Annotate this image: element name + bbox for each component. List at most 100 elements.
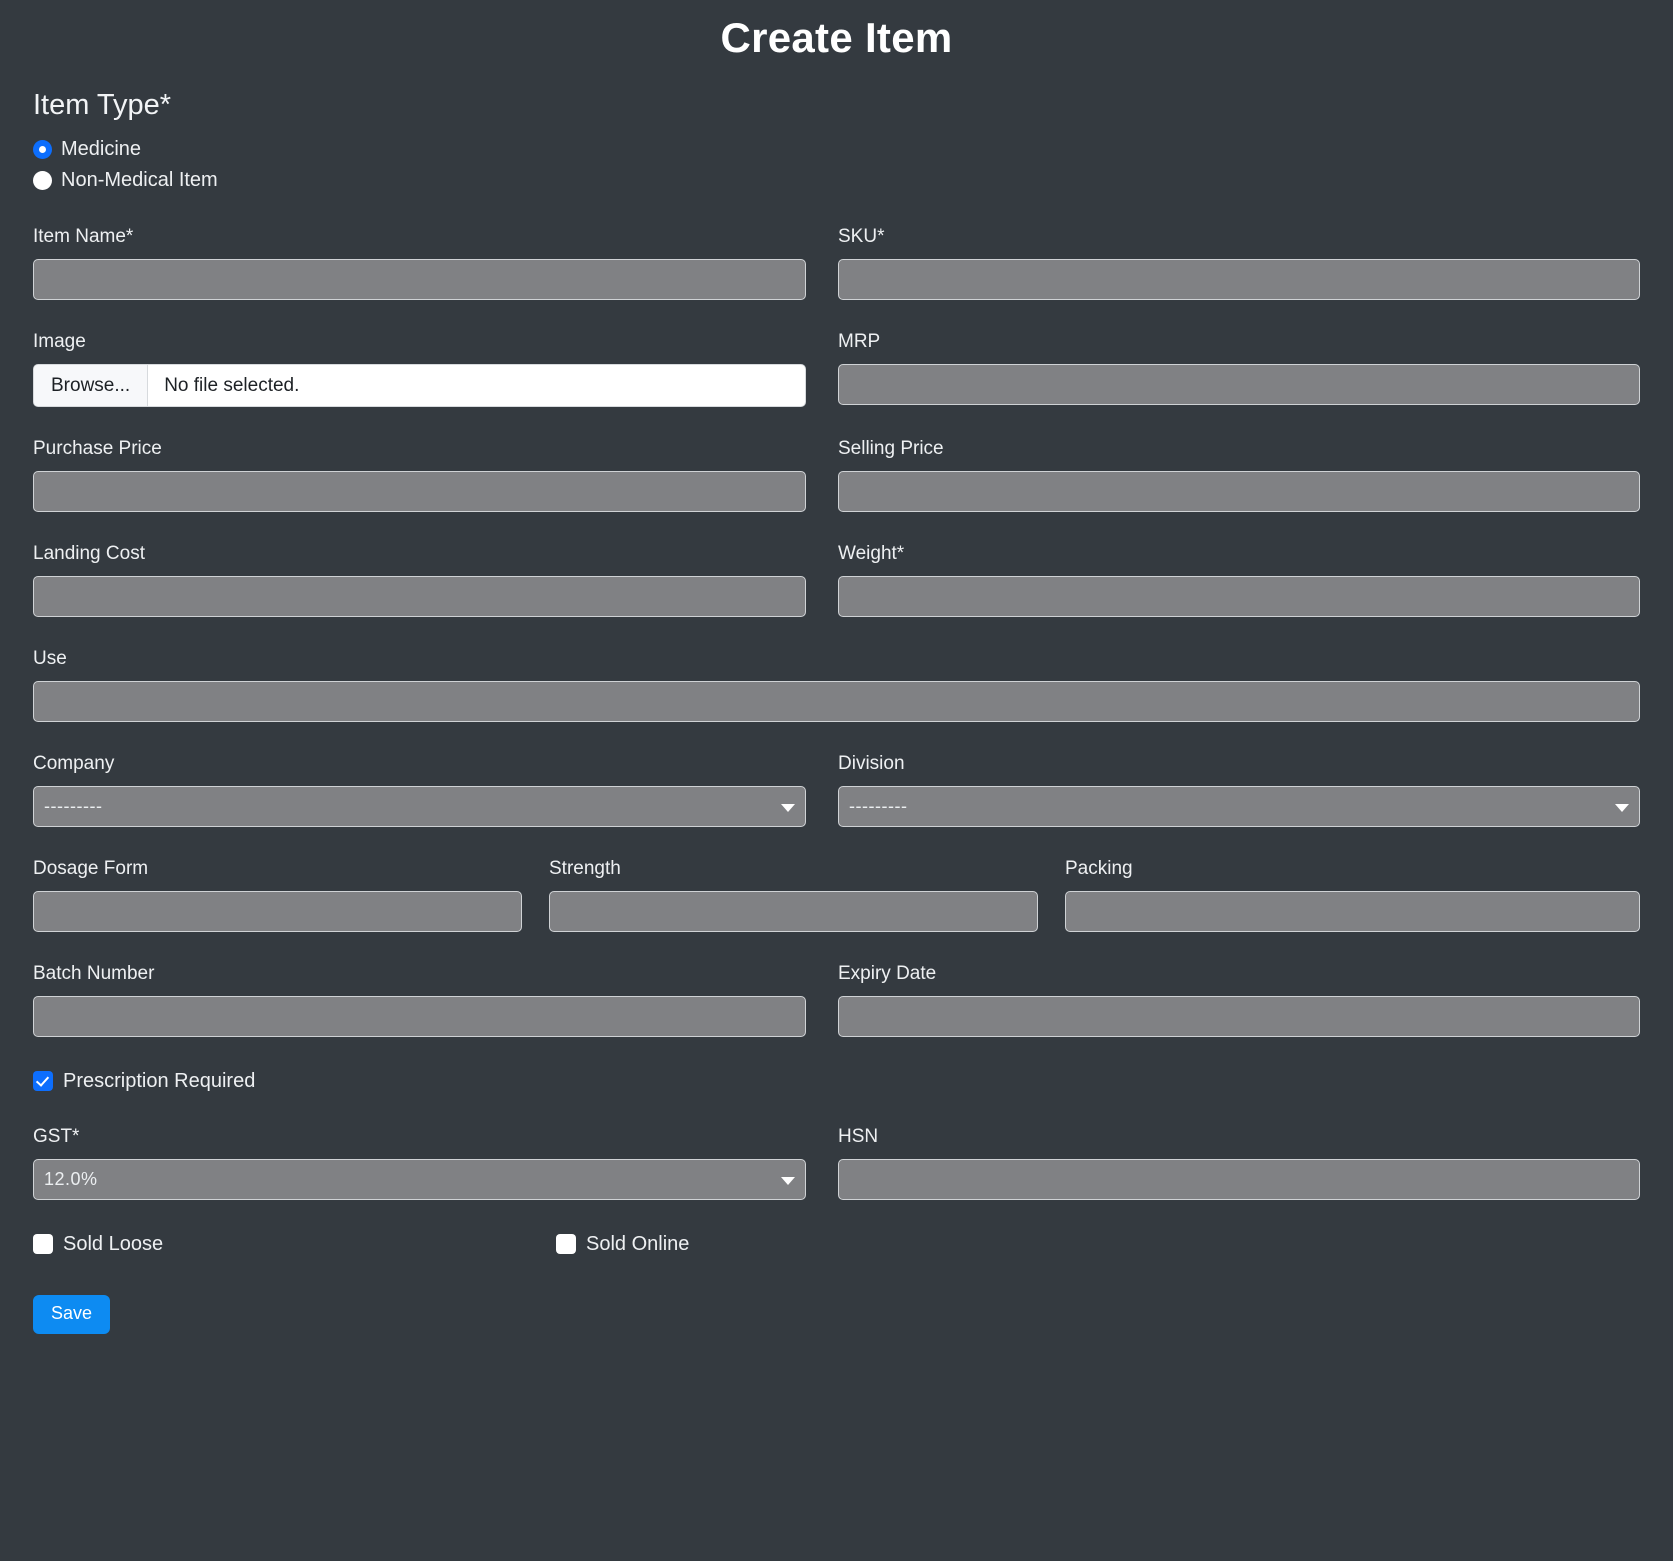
row-dosage-strength-packing: Dosage Form Strength Packing [33, 858, 1640, 933]
label-company: Company [33, 753, 115, 775]
sold-loose-wrap: Sold Loose [33, 1231, 556, 1257]
packing-input[interactable] [1065, 891, 1640, 933]
item-type-heading: Item Type* [33, 89, 172, 122]
dosage-form-input[interactable] [33, 891, 522, 933]
column-gap [806, 543, 838, 617]
checkbox-label-sold-online: Sold Online [586, 1233, 690, 1256]
field-group-mrp: MRP [838, 331, 1640, 407]
field-group-packing: Packing [1065, 858, 1640, 933]
label-weight: Weight* [838, 543, 905, 565]
checkbox-label-prescription-required: Prescription Required [63, 1070, 256, 1093]
radio-option-non-medical-item[interactable]: Non-Medical Item [33, 168, 1640, 192]
checkbox-sold-loose[interactable]: Sold Loose [33, 1231, 556, 1257]
label-use: Use [33, 648, 67, 670]
checkbox-prescription-required[interactable]: Prescription Required [33, 1068, 1640, 1094]
create-item-page: Create Item Item Type* Medicine Non-Medi… [0, 0, 1673, 1561]
field-group-item-name: Item Name* [33, 226, 806, 301]
label-hsn: HSN [838, 1126, 879, 1148]
batch-number-input[interactable] [33, 996, 806, 1038]
radio-icon-non-medical-item[interactable] [33, 170, 52, 190]
sold-online-wrap: Sold Online [556, 1231, 689, 1257]
row-item-name-sku: Item Name* SKU* [33, 226, 1640, 301]
column-gap [806, 963, 838, 1037]
checkbox-icon-prescription-required[interactable] [33, 1071, 53, 1092]
field-group-use: Use [33, 648, 1640, 723]
label-strength: Strength [549, 858, 621, 880]
browse-button[interactable]: Browse... [34, 365, 149, 407]
purchase-price-input[interactable] [33, 471, 806, 513]
label-mrp: MRP [838, 331, 881, 353]
field-group-image: Image Browse... No file selected. [33, 331, 806, 408]
chevron-down-icon [781, 1176, 795, 1185]
field-group-purchase-price: Purchase Price [33, 438, 806, 513]
field-group-landing-cost: Landing Cost [33, 543, 806, 618]
label-item-name: Item Name* [33, 226, 134, 248]
row-company-division: Company --------- Division --------- [33, 753, 1640, 828]
expiry-date-input[interactable] [838, 996, 1640, 1038]
use-input[interactable] [33, 681, 1640, 723]
label-expiry-date: Expiry Date [838, 963, 937, 985]
field-group-sku: SKU* [838, 226, 1640, 301]
checkbox-icon-sold-loose[interactable] [33, 1234, 53, 1255]
checkbox-label-sold-loose: Sold Loose [63, 1233, 164, 1256]
label-dosage-form: Dosage Form [33, 858, 149, 880]
field-group-strength: Strength [549, 858, 1038, 933]
row-purchase-selling-price: Purchase Price Selling Price [33, 438, 1640, 513]
company-select-value: --------- [44, 796, 103, 817]
company-select[interactable]: --------- [33, 786, 806, 828]
column-gap [806, 226, 838, 300]
field-group-expiry-date: Expiry Date [838, 963, 1640, 1038]
row-landing-cost-weight: Landing Cost Weight* [33, 543, 1640, 618]
weight-input[interactable] [838, 576, 1640, 618]
save-button[interactable]: Save [33, 1295, 111, 1334]
label-packing: Packing [1065, 858, 1133, 880]
item-name-input[interactable] [33, 259, 806, 301]
label-gst: GST* [33, 1126, 80, 1148]
division-select-value: --------- [849, 796, 908, 817]
label-division: Division [838, 753, 905, 775]
selling-price-input[interactable] [838, 471, 1640, 513]
column-gap [1038, 858, 1065, 932]
field-group-hsn: HSN [838, 1126, 1640, 1201]
label-batch-number: Batch Number [33, 963, 155, 985]
label-sku: SKU* [838, 226, 885, 248]
file-status-text: No file selected. [164, 374, 300, 396]
field-group-weight: Weight* [838, 543, 1640, 618]
checkbox-sold-online[interactable]: Sold Online [556, 1231, 689, 1257]
checkbox-icon-sold-online[interactable] [556, 1234, 576, 1255]
hsn-input[interactable] [838, 1159, 1640, 1201]
label-image: Image [33, 331, 86, 353]
column-gap [806, 331, 838, 407]
sku-input[interactable] [838, 259, 1640, 301]
field-group-gst: GST* 12.0% [33, 1126, 806, 1201]
radio-option-medicine[interactable]: Medicine [33, 137, 1640, 161]
label-selling-price: Selling Price [838, 438, 944, 460]
page-title: Create Item [720, 14, 953, 61]
gst-select-value: 12.0% [44, 1169, 98, 1190]
image-file-input[interactable]: Browse... No file selected. [33, 364, 806, 408]
chevron-down-icon [781, 803, 795, 812]
row-batch-expiry: Batch Number Expiry Date [33, 963, 1640, 1038]
division-select[interactable]: --------- [838, 786, 1640, 828]
radio-label-non-medical-item: Non-Medical Item [61, 169, 218, 192]
field-group-selling-price: Selling Price [838, 438, 1640, 513]
field-group-division: Division --------- [838, 753, 1640, 828]
prescription-required-block: Prescription Required [33, 1068, 1640, 1094]
row-image-mrp: Image Browse... No file selected. MRP [33, 331, 1640, 408]
strength-input[interactable] [549, 891, 1038, 933]
chevron-down-icon [1615, 803, 1629, 812]
column-gap [522, 858, 549, 932]
column-gap [806, 1126, 838, 1200]
landing-cost-input[interactable] [33, 576, 806, 618]
row-sold-checkboxes: Sold Loose Sold Online [33, 1231, 1640, 1257]
mrp-input[interactable] [838, 364, 1640, 406]
field-group-batch-number: Batch Number [33, 963, 806, 1038]
gst-select[interactable]: 12.0% [33, 1159, 806, 1201]
radio-label-medicine: Medicine [61, 138, 142, 161]
item-type-radio-group: Medicine Non-Medical Item [33, 137, 1640, 192]
field-group-dosage-form: Dosage Form [33, 858, 522, 933]
label-landing-cost: Landing Cost [33, 543, 145, 565]
column-gap [806, 438, 838, 512]
radio-icon-medicine[interactable] [33, 139, 52, 159]
row-gst-hsn: GST* 12.0% HSN [33, 1126, 1640, 1201]
